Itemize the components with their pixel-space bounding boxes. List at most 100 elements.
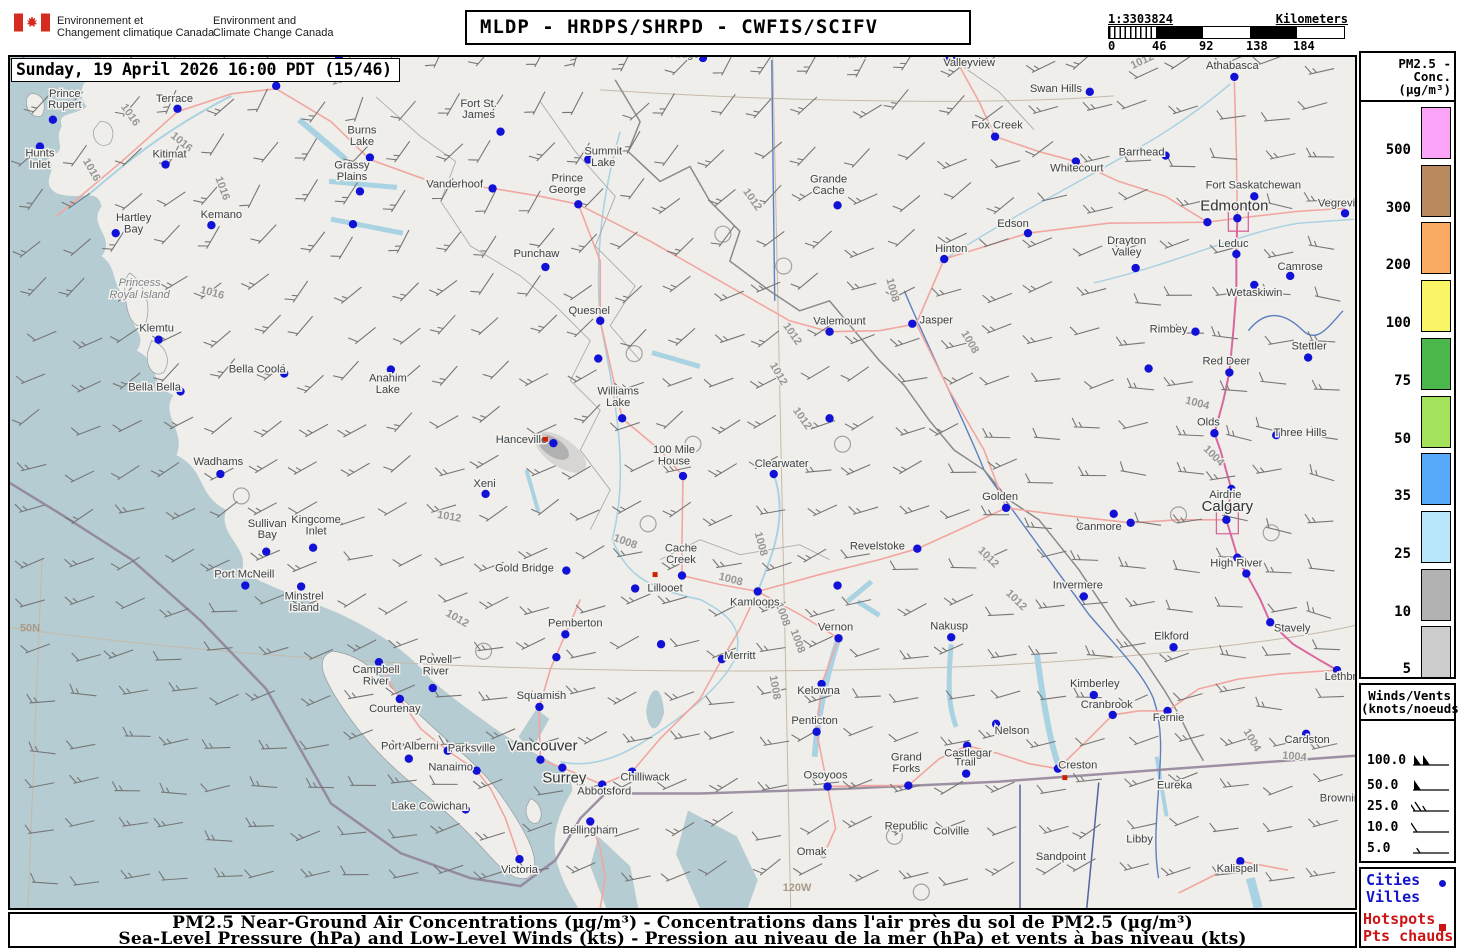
product-title: MLDP - HRDPS/SHRPD - CWFIS/SCIFV: [465, 10, 971, 45]
scale-tick: 92: [1199, 39, 1214, 53]
wind-barb: [615, 285, 643, 304]
wind-barb: [888, 693, 919, 703]
city-label: Edmonton: [1200, 197, 1268, 214]
dept-name-english: Environment and Climate Change Canada: [213, 15, 334, 39]
city-dot: [1233, 214, 1242, 223]
city-dot: [173, 104, 182, 113]
hotspot-marker: [542, 436, 548, 442]
city-label: 100 Mile House: [653, 444, 695, 467]
city-dot: [296, 582, 306, 591]
wind-barb: [294, 138, 318, 161]
city-dot: [1089, 690, 1098, 700]
station-ring: [639, 515, 657, 533]
city-dot: [656, 640, 666, 649]
wind-barb: [333, 286, 362, 304]
isobar-label: 1016: [118, 102, 142, 129]
city-dot: [1109, 509, 1118, 519]
city-label: Punchaw: [513, 248, 560, 260]
wind-barb: [1126, 378, 1155, 391]
city-label: Pemberton: [548, 617, 603, 629]
city-label: Airdrie: [1209, 489, 1241, 501]
station-ring: [232, 487, 250, 505]
map-canvas[interactable]: 1016101610161016101610161012101210121012…: [8, 55, 1357, 910]
city-dot: [1225, 368, 1234, 377]
city-dot: [535, 702, 544, 712]
wind-barb: [1315, 688, 1344, 698]
wind-barb-icon: [1411, 801, 1449, 812]
city-label: Drayton Valley: [1107, 235, 1146, 258]
winds-legend-title: Winds/Vents (knots/noeuds): [1361, 688, 1460, 716]
city-dot: [355, 187, 365, 196]
city-label: Nakusp: [930, 620, 968, 632]
wind-barb: [386, 140, 411, 163]
city-label: Kitimat: [152, 149, 187, 161]
wind-barb: [482, 360, 510, 380]
wind-barb: [1307, 818, 1338, 828]
city-dot: [1001, 503, 1011, 513]
wind-barb: [383, 455, 411, 473]
wind-barb: [254, 314, 282, 334]
wind-barb: [1263, 562, 1292, 574]
city-dot: [1303, 353, 1313, 362]
city-label: Nanaimo: [428, 762, 473, 774]
winds-legend: Winds/Vents (knots/noeuds) 100.0 50.0 25.0…: [1359, 683, 1460, 863]
pm25-level-label: 35: [1394, 488, 1411, 505]
city-label: Prince Rupert: [48, 88, 82, 111]
pm25-swatch: [1421, 107, 1451, 159]
wind-barb: [708, 777, 738, 793]
wind-barb-icon: [1413, 780, 1449, 791]
city-label: Surrey: [542, 770, 587, 787]
wind-barb: [1209, 147, 1238, 160]
wind-barb: [1172, 559, 1200, 574]
wind-barb: [1167, 156, 1196, 168]
wind-barb: [1082, 204, 1113, 214]
wind-barb: [287, 315, 314, 337]
city-label: Canmore: [1076, 521, 1122, 533]
wind-barb-icon: [1411, 822, 1449, 833]
isobar-label: 1008: [883, 277, 901, 304]
city-label: Valleyview: [943, 57, 996, 69]
wind-barb: [565, 685, 596, 695]
wind-barb: [1262, 785, 1293, 796]
wind-barb: [711, 93, 736, 116]
wind-speed-row: 5.0: [1361, 839, 1454, 859]
city-label: Nelson: [995, 725, 1030, 737]
city-label: Osoyoos: [804, 770, 848, 782]
wind-barb: [654, 144, 679, 167]
wind-barb: [804, 230, 833, 249]
city-label: Fort St. James: [460, 98, 497, 121]
wind-barb: [842, 815, 872, 829]
city-label: Gold Bridge: [495, 563, 554, 575]
wind-barb: [707, 463, 738, 478]
wind-barb: [577, 731, 608, 745]
wind-barb: [1205, 471, 1236, 481]
wind-barb: [525, 57, 548, 68]
wind-barb: [755, 505, 786, 515]
city-dot: [154, 335, 163, 344]
city-dot-icon: [1439, 880, 1446, 887]
wind-barb: [300, 231, 326, 253]
city-label: Bella Bella: [128, 381, 181, 393]
wind-barb: [1172, 514, 1203, 524]
wind-barb: [337, 424, 367, 438]
wind-barb: [153, 224, 180, 245]
city-dot: [947, 633, 956, 642]
city-dot: [833, 581, 842, 590]
wind-speed-label: 50.0: [1367, 778, 1399, 793]
city-label: Camrose: [1278, 261, 1323, 273]
wind-barb: [284, 280, 309, 303]
city-dot: [1131, 263, 1140, 273]
city-label: Cache Creek: [665, 543, 697, 566]
wind-barb: [247, 88, 269, 113]
station-ring: [912, 883, 930, 901]
wind-barb: [883, 89, 909, 110]
city-dot: [161, 160, 170, 169]
city-label: Port McNeill: [214, 569, 274, 581]
wind-barb: [1226, 425, 1252, 442]
wind-barb: [1125, 597, 1155, 607]
wind-barb: [990, 159, 1021, 169]
wind-barb: [800, 365, 830, 381]
wind-barb: [804, 608, 835, 618]
wind-barb: [1163, 376, 1193, 387]
wind-barb: [1116, 638, 1146, 648]
